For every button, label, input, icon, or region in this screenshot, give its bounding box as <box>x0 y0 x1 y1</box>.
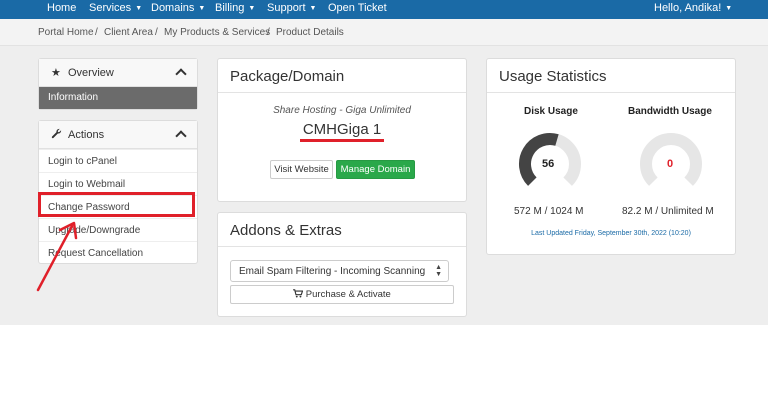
breadcrumb-separator: / <box>95 27 98 38</box>
caret-down-icon: ▼ <box>309 5 317 12</box>
annotation-arrow-icon <box>36 221 78 292</box>
annotation-highlight-box <box>38 192 195 217</box>
sidebar-overview-panel: ★ Overview Information <box>38 58 198 110</box>
breadcrumb-products[interactable]: My Products & Services <box>164 27 270 38</box>
sidebar-overview-header[interactable]: ★ Overview <box>39 59 197 87</box>
addons-card-title: Addons & Extras <box>230 222 342 239</box>
sidebar-item-information[interactable]: Information <box>39 87 197 109</box>
disk-usage-summary: 572 M / 1024 M <box>514 206 584 217</box>
visit-website-button[interactable]: Visit Website <box>270 160 333 179</box>
nav-support[interactable]: Support ▼ <box>267 2 316 14</box>
breadcrumb-client-area[interactable]: Client Area <box>104 27 153 38</box>
product-type: Share Hosting - Giga Unlimited <box>273 105 411 116</box>
usage-card-title: Usage Statistics <box>499 68 607 85</box>
purchase-activate-button[interactable]: Purchase & Activate <box>230 285 454 304</box>
addons-card: Addons & Extras Email Spam Filtering - I… <box>217 212 467 317</box>
last-updated-text: Last Updated Friday, September 30th, 202… <box>531 230 691 237</box>
breadcrumb: Portal Home / Client Area / My Products … <box>0 19 768 46</box>
bandwidth-usage-value: 0 <box>667 158 674 170</box>
usage-stats-card: Usage Statistics Disk Usage 56 572 M / 1… <box>486 58 736 255</box>
breadcrumb-separator: / <box>155 27 158 38</box>
addon-select[interactable]: Email Spam Filtering - Incoming Scanning… <box>230 260 449 282</box>
divider <box>218 246 466 247</box>
sidebar-actions-title: Actions <box>68 129 105 141</box>
caret-down-icon: ▼ <box>725 5 733 12</box>
star-icon: ★ <box>51 67 61 79</box>
sidebar-actions-header[interactable]: Actions <box>39 121 197 149</box>
chevron-up-icon <box>175 68 187 80</box>
package-card-title: Package/Domain <box>230 68 345 85</box>
bandwidth-usage-summary: 82.2 M / Unlimited M <box>622 206 714 217</box>
product-name: CMHGiga 1 <box>302 121 382 138</box>
disk-usage-label: Disk Usage <box>524 106 578 117</box>
nav-home[interactable]: Home <box>47 2 76 14</box>
select-arrows-icon: ▲ ▼ <box>435 264 442 278</box>
disk-usage-value: 56 <box>542 158 555 170</box>
annotation-underline <box>300 139 384 142</box>
caret-down-icon: ▼ <box>135 5 143 12</box>
package-domain-card: Package/Domain Share Hosting - Giga Unli… <box>217 58 467 202</box>
divider <box>218 92 466 93</box>
nav-user-menu[interactable]: Hello, Andika! ▼ <box>654 2 732 14</box>
wrench-icon <box>51 128 62 142</box>
caret-down-icon: ▼ <box>248 5 256 12</box>
sidebar-item-login-cpanel[interactable]: Login to cPanel <box>39 149 197 172</box>
top-navbar: Home Services ▼ Domains ▼ Billing ▼ Support… <box>0 0 768 19</box>
bandwidth-usage-label: Bandwidth Usage <box>628 106 712 117</box>
divider <box>487 92 735 93</box>
manage-domain-button[interactable]: Manage Domain <box>336 160 415 179</box>
cart-icon <box>293 289 306 300</box>
addon-select-value: Email Spam Filtering - Incoming Scanning <box>239 266 426 277</box>
nav-services[interactable]: Services ▼ <box>89 2 142 14</box>
breadcrumb-portal-home[interactable]: Portal Home <box>38 27 94 38</box>
chevron-up-icon <box>175 130 187 142</box>
breadcrumb-current: Product Details <box>276 27 344 38</box>
nav-billing[interactable]: Billing ▼ <box>215 2 255 14</box>
nav-domains[interactable]: Domains ▼ <box>151 2 205 14</box>
caret-down-icon: ▼ <box>198 5 206 12</box>
breadcrumb-separator: / <box>267 27 270 38</box>
nav-open-ticket[interactable]: Open Ticket <box>328 2 387 14</box>
sidebar-overview-title: Overview <box>68 67 114 79</box>
